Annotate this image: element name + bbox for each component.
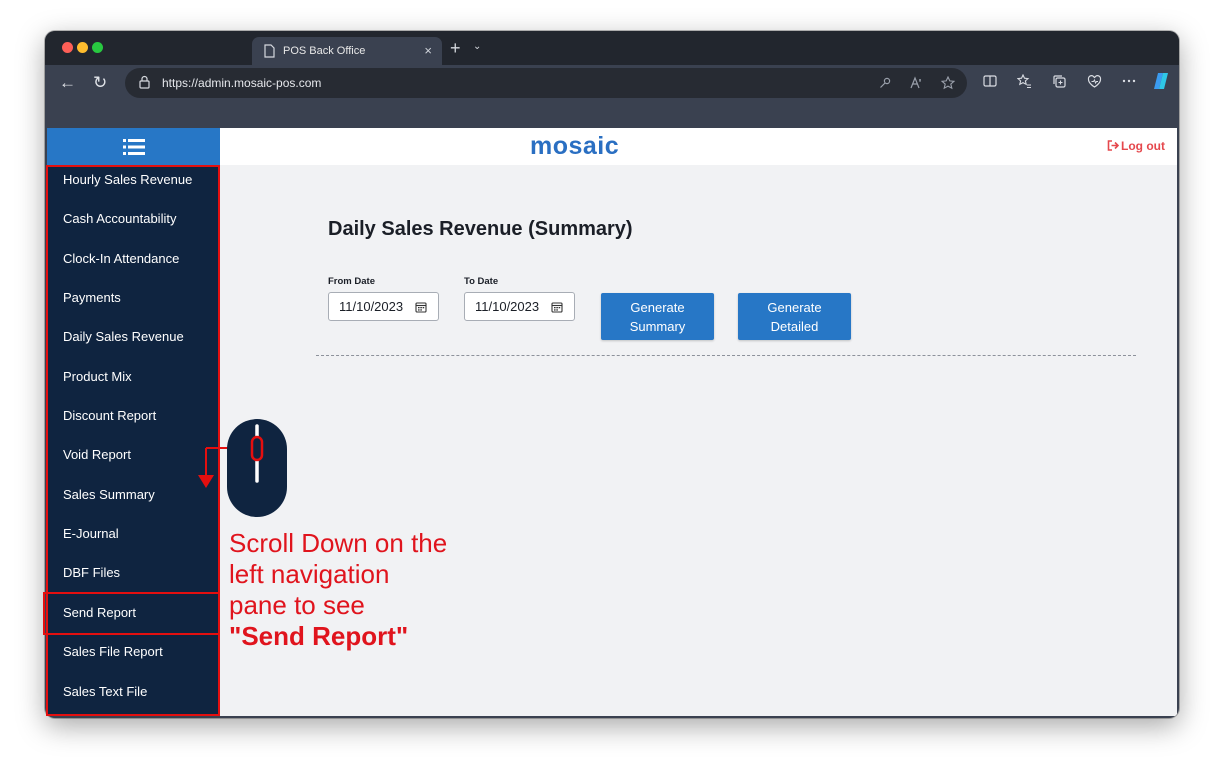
instruction-line-3: pane to see [229, 590, 365, 620]
title-bar: POS Back Office × + ⌄ [45, 31, 1179, 65]
to-date-label: To Date [464, 276, 499, 287]
from-date-input[interactable]: 11/10/2023 [328, 292, 439, 321]
tab-menu-icon[interactable]: ⌄ [473, 41, 481, 52]
tab-title: POS Back Office [283, 45, 366, 57]
from-date-label: From Date [328, 276, 375, 287]
tab-close-icon[interactable]: × [424, 37, 432, 65]
generate-detailed-button[interactable]: Generate Detailed [738, 293, 851, 340]
new-tab-icon[interactable]: + [450, 37, 461, 59]
send-report-highlight-box [43, 592, 220, 635]
address-bar[interactable]: https://admin.mosaic-pos.com [125, 68, 967, 98]
minimize-window-button[interactable] [77, 42, 88, 53]
to-date-input[interactable]: 11/10/2023 [464, 292, 575, 321]
browser-toolbar: ← ↻ https://admin.mosaic-pos.com [45, 65, 1179, 129]
split-screen-icon[interactable] [983, 74, 997, 88]
sign-out-icon [1107, 140, 1120, 151]
zoom-window-button[interactable] [92, 42, 103, 53]
generate-detailed-line2: Detailed [770, 318, 819, 334]
mouse-scroll-icon [198, 419, 287, 517]
instruction-line-1: Scroll Down on the [229, 528, 448, 558]
read-aloud-icon[interactable] [910, 76, 924, 90]
reload-icon[interactable]: ↻ [93, 73, 107, 93]
browser-essentials-icon[interactable] [1087, 74, 1102, 89]
generate-summary-line2: Summary [629, 318, 686, 334]
generate-summary-button[interactable]: Generate Summary [601, 293, 714, 340]
menu-list-icon[interactable] [122, 138, 145, 156]
url-text: https://admin.mosaic-pos.com [162, 76, 322, 90]
generate-summary-line1: Generate [630, 299, 685, 315]
generate-detailed-line1: Generate [767, 299, 822, 315]
document-icon [264, 44, 275, 58]
favorite-star-icon[interactable] [941, 76, 955, 90]
key-icon[interactable] [879, 77, 891, 89]
logout-label: Log out [1121, 139, 1165, 153]
page-title: Daily Sales Revenue (Summary) [328, 218, 633, 240]
scroll-instruction: Scroll Down on the left navigation pane … [229, 528, 529, 652]
logout-button[interactable]: Log out [1107, 138, 1165, 154]
lock-icon [139, 75, 150, 89]
copilot-icon[interactable] [1151, 71, 1171, 91]
app-header: mosaic Log out [220, 128, 1177, 165]
instruction-line-4: "Send Report" [229, 621, 409, 651]
back-icon[interactable]: ← [59, 73, 76, 93]
calendar-icon[interactable] [415, 301, 427, 313]
sidebar-header [47, 128, 220, 165]
dashed-divider [316, 355, 1136, 356]
calendar-icon[interactable] [551, 301, 563, 313]
instruction-line-2: left navigation [229, 559, 390, 589]
more-options-icon[interactable] [1122, 74, 1136, 88]
to-date-value: 11/10/2023 [475, 299, 540, 314]
favorites-icon[interactable] [1017, 74, 1032, 89]
close-window-button[interactable] [62, 42, 73, 53]
mosaic-logo: mosaic [530, 132, 620, 160]
browser-tab[interactable]: POS Back Office × [252, 37, 442, 65]
from-date-value: 11/10/2023 [339, 299, 404, 314]
collections-icon[interactable] [1052, 74, 1067, 89]
